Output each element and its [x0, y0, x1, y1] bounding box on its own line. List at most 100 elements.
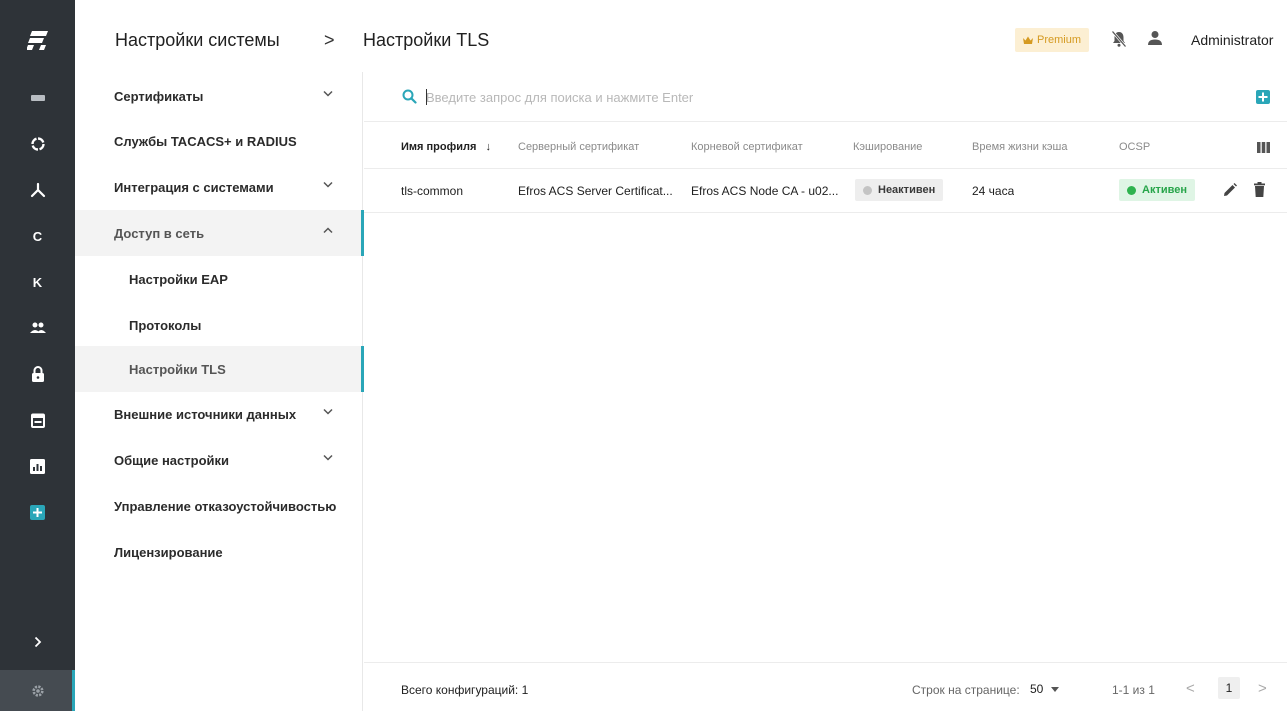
gear-icon — [31, 685, 44, 697]
sidebar-item-label: Настройки TLS — [129, 361, 226, 377]
logo-icon — [26, 31, 48, 50]
cell-cache-ttl: 24 часа — [972, 184, 1015, 198]
rail-add[interactable] — [0, 489, 75, 535]
sidebar-item-tacacs-radius[interactable]: Службы TACACS+ и RADIUS — [75, 118, 363, 164]
rail-devices[interactable] — [0, 75, 75, 121]
plus-icon — [1258, 92, 1268, 102]
rail-expand[interactable] — [0, 622, 75, 662]
sidebar-item-label: Настройки EAP — [129, 271, 228, 287]
sidebar-item-label: Службы TACACS+ и RADIUS — [114, 133, 297, 149]
lock-icon — [31, 365, 44, 382]
chevron-down-icon — [323, 181, 333, 188]
devices-icon — [30, 95, 45, 101]
chevron-up-icon — [323, 227, 333, 234]
rows-per-page-value: 50 — [1030, 682, 1044, 696]
sidebar-item-label: Управление отказоустойчивостью — [114, 498, 337, 514]
column-header-root-cert[interactable]: Корневой сертификат — [691, 141, 803, 153]
sidebar-item-protocols[interactable]: Протоколы — [75, 302, 363, 348]
status-dot — [863, 185, 872, 195]
rail-users[interactable] — [0, 305, 75, 351]
status-label: Активен — [1142, 184, 1187, 196]
sidebar-item-general[interactable]: Общие настройки — [75, 437, 363, 483]
trash-icon[interactable] — [1254, 182, 1265, 197]
main-content: Имя профиля ↓ Серверный сертификат Корне… — [364, 72, 1287, 711]
table-header: Имя профиля ↓ Серверный сертификат Корне… — [364, 124, 1287, 169]
rail-calendar[interactable] — [0, 397, 75, 443]
sidebar-item-tls[interactable]: Настройки TLS — [75, 346, 364, 392]
sidebar-item-certificates[interactable]: Сертификаты — [75, 73, 363, 119]
column-header-ocsp[interactable]: OCSP — [1119, 141, 1150, 153]
top-header: Настройки системы > Настройки TLS Premiu… — [75, 0, 1287, 80]
rail-report[interactable] — [0, 443, 75, 489]
search-bar — [364, 72, 1287, 122]
app-window: C K Настройки системы > Настройки TLS Pr… — [0, 0, 1287, 711]
settings-sidebar: Сертификаты Службы TACACS+ и RADIUS Инте… — [75, 72, 364, 711]
user-menu[interactable] — [1147, 30, 1163, 51]
column-header-cache-ttl[interactable]: Время жизни кэша — [972, 141, 1067, 153]
search-icon — [402, 89, 417, 104]
crown-icon — [1022, 36, 1033, 44]
next-page-button[interactable]: > — [1258, 680, 1267, 697]
user-name[interactable]: Administrator — [1191, 32, 1273, 48]
prev-page-button[interactable]: < — [1186, 680, 1195, 697]
premium-badge[interactable]: Premium — [1015, 28, 1089, 52]
rail-settings[interactable] — [0, 671, 75, 711]
sidebar-item-label: Общие настройки — [114, 452, 229, 468]
network-icon — [30, 182, 45, 198]
rail-circle[interactable] — [0, 121, 75, 167]
chevron-right-icon — [34, 636, 41, 648]
bell-off-icon — [1111, 30, 1127, 48]
chevron-down-icon — [323, 90, 333, 97]
rail-c[interactable]: C — [0, 213, 75, 259]
status-label: Неактивен — [878, 184, 936, 196]
columns-icon[interactable] — [1257, 142, 1270, 153]
column-header-caching[interactable]: Кэширование — [853, 141, 922, 153]
sidebar-item-failover[interactable]: Управление отказоустойчивостью — [75, 483, 363, 529]
rows-per-page-select[interactable]: 50 — [1030, 682, 1060, 696]
pagination-range: 1-1 из 1 — [1112, 683, 1155, 697]
column-label: Имя профиля — [401, 141, 477, 153]
chevron-down-icon — [323, 454, 333, 461]
report-icon — [30, 458, 45, 474]
table-row[interactable]: tls-common Efros ACS Server Certificat..… — [364, 169, 1287, 213]
status-badge-caching: Неактивен — [855, 179, 944, 201]
sidebar-item-network-access[interactable]: Доступ в сеть — [75, 210, 364, 256]
premium-label: Premium — [1036, 34, 1081, 46]
status-badge-ocsp: Активен — [1119, 179, 1195, 201]
rail-k[interactable]: K — [0, 259, 75, 305]
sidebar-item-label: Интеграция с системами — [114, 179, 274, 195]
sidebar-item-integration[interactable]: Интеграция с системами — [75, 164, 363, 210]
chevron-down-icon — [323, 408, 333, 415]
total-count: Всего конфигураций: 1 — [401, 683, 529, 697]
user-icon — [1148, 31, 1162, 45]
sidebar-item-label: Внешние источники данных — [114, 406, 297, 422]
rail-network[interactable] — [0, 167, 75, 213]
edit-icon[interactable] — [1223, 183, 1237, 197]
status-dot — [1127, 185, 1136, 195]
sidebar-item-external-sources[interactable]: Внешние источники данных — [75, 391, 363, 437]
page-number-button[interactable]: 1 — [1218, 677, 1240, 699]
rows-per-page-label: Строк на странице: — [912, 683, 1020, 697]
add-profile-button[interactable] — [1256, 90, 1270, 104]
breadcrumb-parent[interactable]: Настройки системы — [115, 30, 280, 51]
page-title: Настройки TLS — [363, 30, 490, 50]
sidebar-item-label: Протоколы — [129, 317, 202, 333]
rail-lock[interactable] — [0, 351, 75, 397]
sidebar-item-label: Лицензирование — [114, 544, 223, 560]
cell-server-cert: Efros ACS Server Certificat... — [518, 184, 673, 198]
breadcrumb-separator: > — [324, 30, 335, 50]
sidebar-item-label: Доступ в сеть — [114, 225, 205, 241]
cell-profile-name: tls-common — [401, 184, 464, 198]
sidebar-item-eap[interactable]: Настройки EAP — [75, 256, 363, 302]
column-header-server-cert[interactable]: Серверный сертификат — [518, 141, 639, 153]
left-rail: C K — [0, 0, 75, 711]
sidebar-item-licensing[interactable]: Лицензирование — [75, 529, 363, 575]
sidebar-item-label: Сертификаты — [114, 88, 204, 104]
app-logo[interactable] — [0, 0, 75, 80]
dropdown-arrow-icon — [1051, 686, 1060, 692]
circle-icon — [30, 137, 45, 151]
notifications-button[interactable] — [1111, 30, 1127, 53]
users-icon — [29, 322, 46, 333]
search-input[interactable] — [426, 87, 1126, 107]
column-header-name[interactable]: Имя профиля ↓ — [401, 141, 491, 153]
